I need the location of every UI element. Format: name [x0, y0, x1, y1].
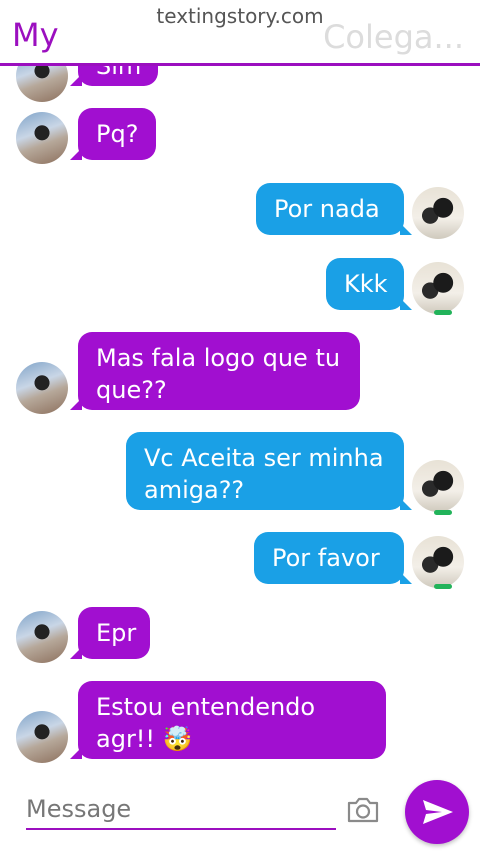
- camera-icon[interactable]: [346, 796, 380, 824]
- message-composer: [0, 770, 480, 854]
- message-bubble-incoming: Estou entendendo agr!! 🤯: [70, 681, 386, 759]
- my-avatar[interactable]: [412, 536, 464, 588]
- message-bubble-outgoing: Por favor: [254, 532, 412, 584]
- chat-header: My textingstory.com Colega...: [0, 0, 480, 66]
- send-button[interactable]: [405, 780, 469, 844]
- my-avatar[interactable]: [412, 262, 464, 314]
- contact-avatar[interactable]: [16, 362, 68, 414]
- contact-avatar[interactable]: [16, 112, 68, 164]
- online-indicator: [434, 310, 452, 315]
- online-indicator: [434, 510, 452, 515]
- message-bubble-outgoing: Kkk: [326, 258, 412, 310]
- online-indicator: [434, 584, 452, 589]
- contact-avatar[interactable]: [16, 711, 68, 763]
- message-bubble-outgoing: Vc Aceita ser minha amiga??: [126, 432, 412, 510]
- message-bubble-incoming: Pq?: [70, 108, 156, 160]
- contact-avatar[interactable]: [16, 611, 68, 663]
- my-avatar[interactable]: [412, 460, 464, 512]
- chat-area[interactable]: Sim Pq? Por nada Kkk Mas fala logo que t…: [0, 0, 480, 770]
- message-input[interactable]: [26, 790, 336, 830]
- message-bubble-incoming: Epr: [70, 607, 150, 659]
- my-avatar[interactable]: [412, 187, 464, 239]
- message-bubble-incoming: Mas fala logo que tu que??: [70, 332, 360, 410]
- message-bubble-outgoing: Por nada: [256, 183, 412, 235]
- contact-name[interactable]: Colega...: [323, 18, 464, 56]
- send-icon: [423, 800, 453, 824]
